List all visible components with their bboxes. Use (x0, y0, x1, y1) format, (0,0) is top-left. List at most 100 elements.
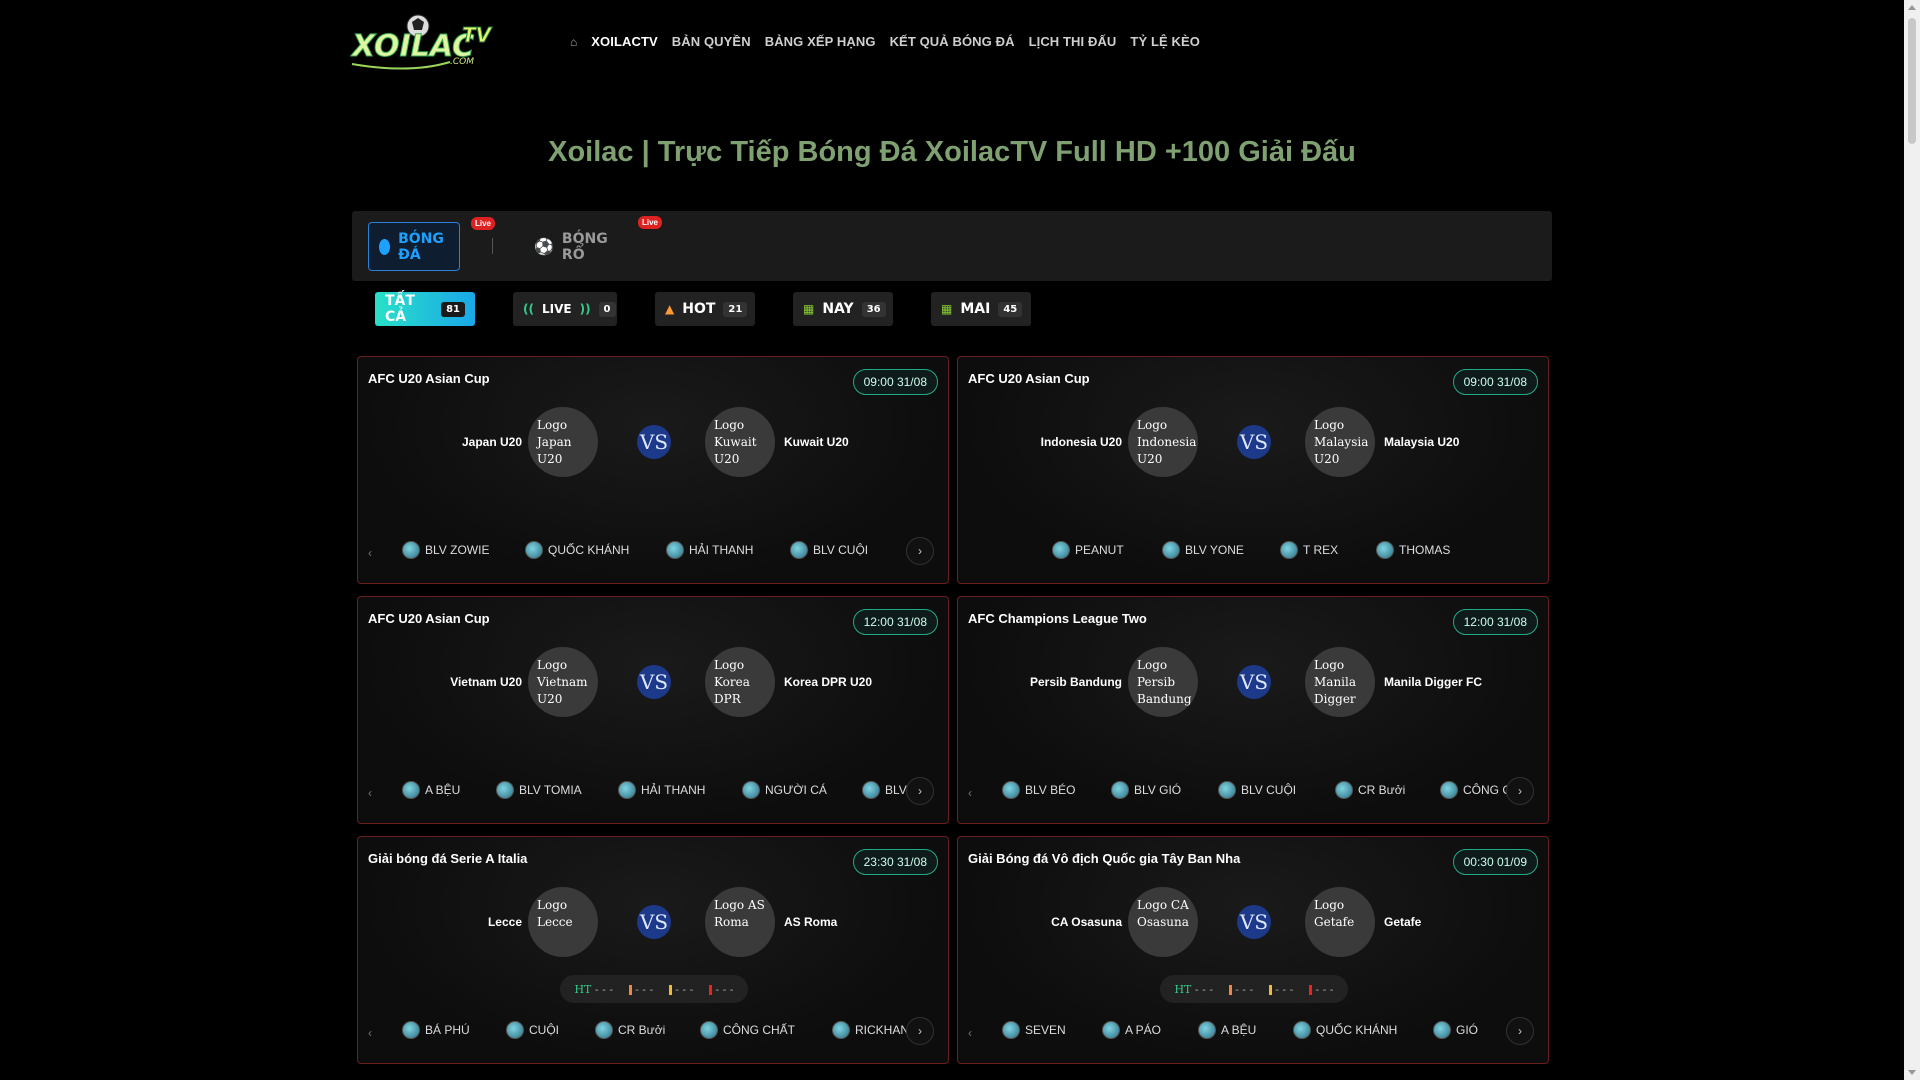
home-team-name[interactable]: Lecce (488, 915, 522, 929)
scroll-down-arrow-icon[interactable] (1908, 1070, 1916, 1075)
commentator-item[interactable]: BLV GIÓ (1111, 781, 1181, 799)
chevron-right-icon[interactable]: › (1506, 1017, 1534, 1045)
commentator-item[interactable]: BLV YONE (1162, 541, 1244, 559)
nav-item-lich-thi-dau[interactable]: LỊCH THI ĐẤU (1029, 34, 1117, 49)
away-team-name[interactable]: Getafe (1384, 915, 1421, 929)
commentator-item[interactable]: PEANUT (1052, 541, 1124, 559)
commentator-item[interactable]: QUỐC KHÁNH (1293, 1021, 1397, 1039)
home-team-name[interactable]: CA Osasuna (1051, 915, 1122, 929)
commentator-item[interactable]: CÔNG CHẤT (700, 1021, 795, 1039)
commentator-item[interactable]: BLV CUỘI (1218, 781, 1296, 799)
commentator-item[interactable]: RICKHAND (832, 1021, 918, 1039)
commentator-name: SEVEN (1025, 1023, 1066, 1037)
commentator-item[interactable]: QUỐC KHÁNH (525, 541, 629, 559)
away-team-name[interactable]: Malaysia U20 (1384, 435, 1459, 449)
home-team-logo[interactable]: Logo Lecce (528, 887, 598, 957)
filter-all[interactable]: TẤT CẢ 81 (375, 292, 475, 326)
commentator-avatar (402, 541, 420, 559)
away-team-logo[interactable]: Logo Getafe (1305, 887, 1375, 957)
commentator-item[interactable]: BLV ZOWIE (402, 541, 489, 559)
chevron-right-icon[interactable]: › (906, 537, 934, 565)
commentator-item[interactable]: HẢI THANH (618, 781, 705, 799)
home-team-name[interactable]: Indonesia U20 (1041, 435, 1122, 449)
match-card[interactable]: Giải Bóng đá Vô địch Quốc gia Tây Ban Nh… (957, 836, 1549, 1064)
filter-tomorrow[interactable]: ▦ MAI 45 (931, 292, 1031, 326)
red-card-icon (709, 984, 713, 995)
commentator-item[interactable]: A BỆU (402, 781, 460, 799)
commentator-item[interactable]: A BỆU (1198, 1021, 1256, 1039)
chevron-left-icon[interactable]: ‹ (368, 781, 372, 805)
home-team-logo[interactable]: Logo Indonesia U20 (1128, 407, 1198, 477)
chevron-left-icon[interactable]: ‹ (968, 1021, 972, 1045)
home-team-name[interactable]: Vietnam U20 (450, 675, 522, 689)
home-team-logo[interactable]: Logo Japan U20 (528, 407, 598, 477)
nav-item-ty-le-keo[interactable]: TỶ LỆ KÈO (1130, 34, 1200, 49)
chevron-right-icon[interactable]: › (1506, 777, 1534, 805)
home-team-name[interactable]: Japan U20 (462, 435, 522, 449)
nav-item-ket-qua[interactable]: KẾT QUẢ BÓNG ĐÁ (890, 34, 1015, 49)
away-team-logo[interactable]: Logo AS Roma (705, 887, 775, 957)
filter-hot[interactable]: ▲ HOT 21 (655, 292, 755, 326)
home-team-name[interactable]: Persib Bandung (1030, 675, 1122, 689)
home-team-logo[interactable]: Logo Vietnam U20 (528, 647, 598, 717)
filter-today[interactable]: ▦ NAY 36 (793, 292, 893, 326)
commentator-item[interactable]: A PÁO (1102, 1021, 1161, 1039)
commentator-item[interactable]: NGƯỜI CÁ (742, 781, 827, 799)
home-icon[interactable]: ⌂ (570, 35, 577, 49)
commentator-item[interactable]: BÁ PHÚ (402, 1021, 470, 1039)
nav-item-xoilactv[interactable]: XOILACTV (591, 34, 658, 49)
commentator-item[interactable]: BLV BÉO (1002, 781, 1075, 799)
commentator-avatar (1162, 541, 1180, 559)
chevron-left-icon[interactable]: ‹ (368, 541, 372, 565)
away-team-logo[interactable]: Logo Korea DPR (705, 647, 775, 717)
league-name: Giải Bóng đá Vô địch Quốc gia Tây Ban Nh… (968, 851, 1241, 866)
commentator-item[interactable]: T REX (1280, 541, 1338, 559)
scrollbar-thumb[interactable] (1908, 18, 1916, 144)
commentator-item[interactable]: CUỘI (506, 1021, 559, 1039)
page-scrollbar[interactable] (1904, 0, 1920, 1080)
commentator-item[interactable]: CR Bưởi (595, 1021, 665, 1039)
site-logo[interactable]: XOILAC TV .COM (350, 12, 498, 74)
filter-live[interactable]: (( LIVE )) 0 (513, 292, 617, 326)
yellow-card-icon (669, 984, 673, 995)
match-card[interactable]: AFC U20 Asian Cup 09:00 31/08 Indonesia U2… (957, 356, 1549, 584)
away-team-name[interactable]: Manila Digger FC (1384, 675, 1482, 689)
live-signal-icon: (( (523, 302, 534, 316)
away-team-name[interactable]: Kuwait U20 (784, 435, 849, 449)
commentator-avatar (1102, 1021, 1120, 1039)
match-card[interactable]: AFC U20 Asian Cup 12:00 31/08 Vietnam U20 L… (357, 596, 949, 824)
home-team-logo[interactable]: Logo Persib Bandung (1128, 647, 1198, 717)
commentator-item[interactable]: HẢI THANH (666, 541, 753, 559)
scroll-up-arrow-icon[interactable] (1908, 5, 1916, 10)
commentator-item[interactable]: CR Bưởi (1335, 781, 1405, 799)
commentator-name: CÔNG CHẤT (723, 1023, 795, 1037)
home-team-logo[interactable]: Logo CA Osasuna (1128, 887, 1198, 957)
nav-item-bang-xep-hang[interactable]: BẢNG XẾP HẠNG (765, 34, 876, 49)
nav-item-ban-quyen[interactable]: BẢN QUYỀN (672, 34, 751, 49)
tab-basketball[interactable]: ⚽ BÓNG RỔ Live (524, 216, 663, 271)
commentator-name: BLV TOMIA (519, 783, 582, 797)
away-team-logo[interactable]: Logo Kuwait U20 (705, 407, 775, 477)
commentator-avatar (742, 781, 760, 799)
away-team-logo[interactable]: Logo Manila Digger (1305, 647, 1375, 717)
commentator-item[interactable]: BLV TOMIA (496, 781, 582, 799)
filter-live-label: LIVE (541, 302, 572, 316)
match-card[interactable]: Giải bóng đá Serie A Italia 23:30 31/08 Le… (357, 836, 949, 1064)
commentator-item[interactable]: BLV CUỘI (790, 541, 868, 559)
chevron-left-icon[interactable]: ‹ (368, 1021, 372, 1045)
commentator-avatar (618, 781, 636, 799)
commentator-item[interactable]: GIÓ (1433, 1021, 1478, 1039)
away-team-name[interactable]: Korea DPR U20 (784, 675, 872, 689)
chevron-right-icon[interactable]: › (906, 777, 934, 805)
away-team-logo[interactable]: Logo Malaysia U20 (1305, 407, 1375, 477)
vs-badge: VS (637, 905, 671, 939)
chevron-left-icon[interactable]: ‹ (968, 781, 972, 805)
commentator-item[interactable]: SEVEN (1002, 1021, 1066, 1039)
chevron-right-icon[interactable]: › (906, 1017, 934, 1045)
commentator-item[interactable]: THOMAS (1376, 541, 1450, 559)
match-card[interactable]: AFC U20 Asian Cup 09:00 31/08 Japan U20 Log… (357, 356, 949, 584)
match-card[interactable]: AFC Champions League Two 12:00 31/08 Persi… (957, 596, 1549, 824)
tab-football[interactable]: BÓNG ĐÁ Live (368, 217, 496, 271)
away-team-name[interactable]: AS Roma (784, 915, 837, 929)
commentator-avatar (1335, 781, 1353, 799)
